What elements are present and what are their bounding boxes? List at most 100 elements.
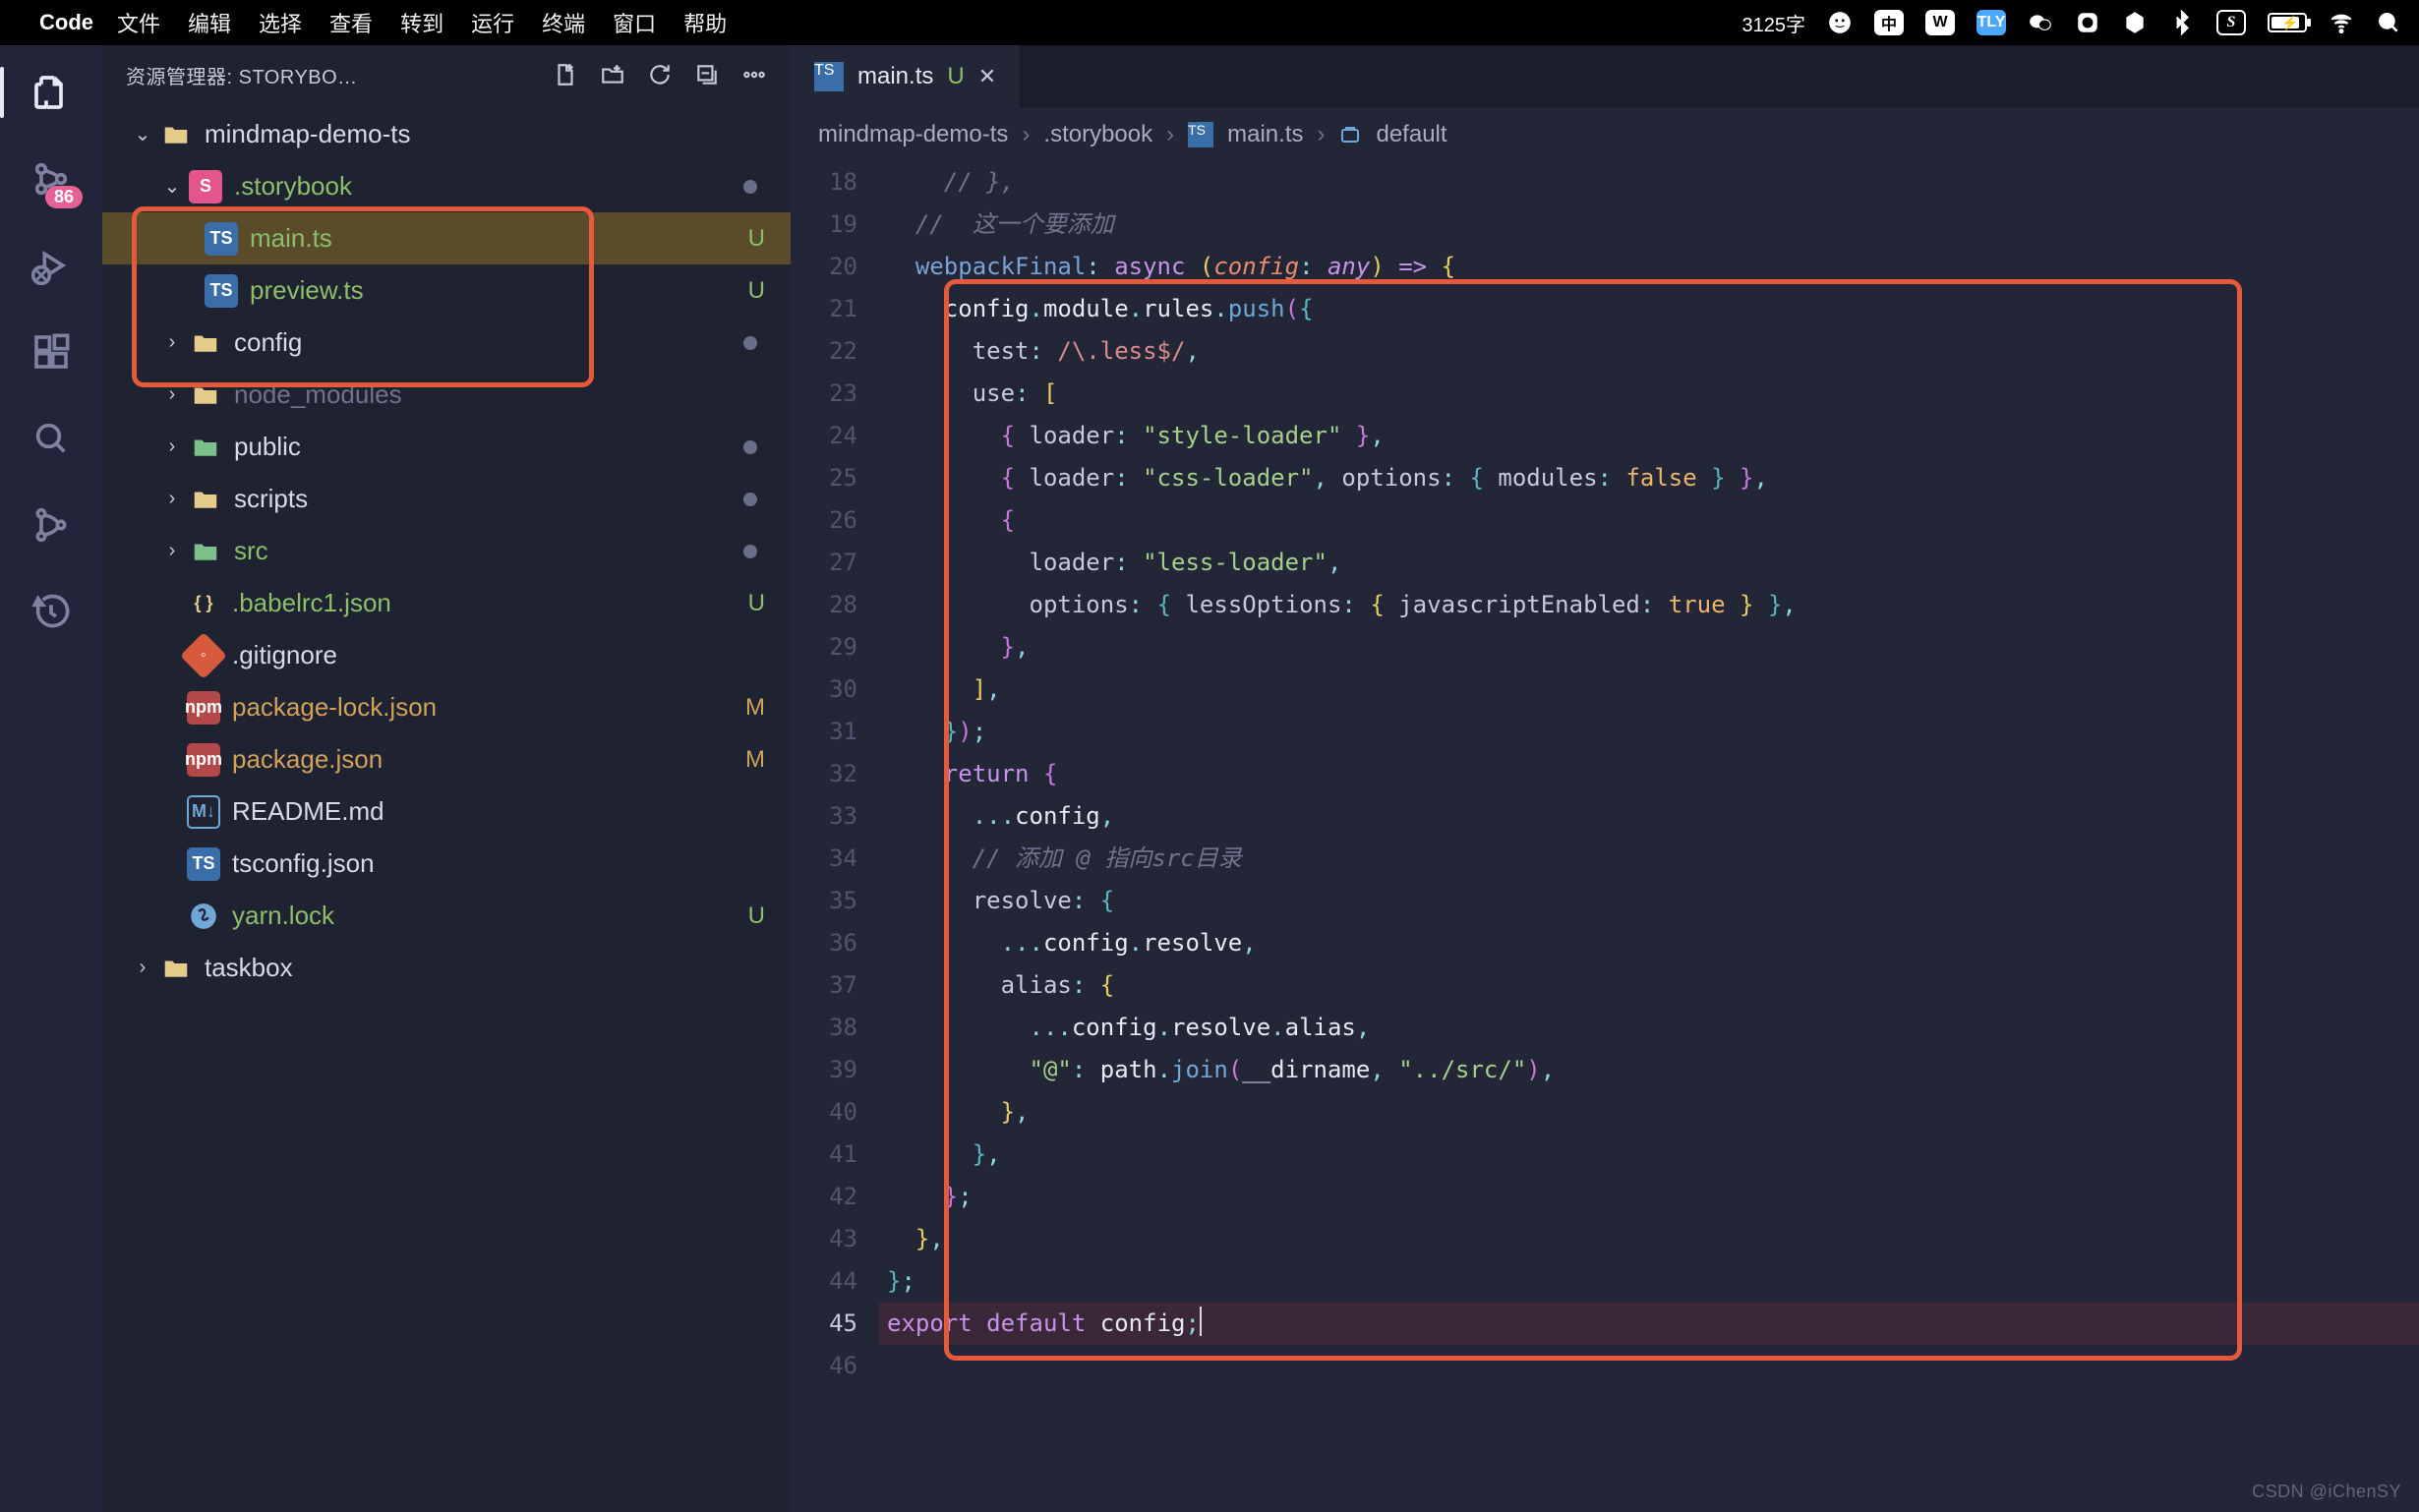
tree-file-preview-ts[interactable]: TS preview.ts U — [102, 264, 791, 317]
tree-label: public — [234, 432, 301, 462]
tree-label: .gitignore — [232, 640, 337, 670]
tree-label: README.md — [232, 796, 384, 827]
tree-folder-node-modules[interactable]: › node_modules — [102, 369, 791, 421]
new-folder-icon[interactable] — [596, 58, 629, 91]
menu-run[interactable]: 运行 — [471, 7, 514, 38]
tree-root[interactable]: ⌄ mindmap-demo-ts — [102, 108, 791, 160]
line-gutter: 1819202122232425262728293031323334353637… — [791, 161, 879, 1512]
folder-icon — [159, 118, 193, 151]
tree-folder-storybook[interactable]: ⌄ S .storybook — [102, 160, 791, 212]
menu-selection[interactable]: 选择 — [259, 7, 302, 38]
tree-folder-public[interactable]: › public — [102, 421, 791, 473]
breadcrumb-part[interactable]: main.ts — [1227, 121, 1303, 148]
code-area[interactable]: 1819202122232425262728293031323334353637… — [791, 161, 2419, 1512]
tree-file-main-ts[interactable]: TS main.ts U — [102, 212, 791, 264]
ts-icon: TS — [814, 62, 844, 91]
npm-icon: npm — [187, 743, 220, 777]
tree-file-gitignore[interactable]: ◦ .gitignore — [102, 629, 791, 681]
smiley-icon[interactable] — [1827, 10, 1853, 35]
code-content[interactable]: // }, // 这一个要添加 webpackFinal: async (con… — [879, 161, 2419, 1512]
activity-extensions[interactable] — [30, 330, 73, 374]
tree-label: tsconfig.json — [232, 848, 375, 879]
w-icon[interactable]: W — [1925, 10, 1955, 35]
git-status: M — [745, 746, 765, 774]
breadcrumb-part[interactable]: .storybook — [1043, 121, 1152, 148]
app-icon-1[interactable] — [2075, 10, 2100, 35]
tree-file-yarn[interactable]: yarn.lock U — [102, 890, 791, 942]
tree-file-readme[interactable]: M↓ README.md — [102, 785, 791, 838]
activity-timeline[interactable] — [30, 590, 73, 633]
menu-help[interactable]: 帮助 — [683, 7, 727, 38]
new-file-icon[interactable] — [549, 58, 582, 91]
tly-icon[interactable]: TLY — [1976, 10, 2006, 35]
folder-icon — [189, 326, 222, 360]
activity-search[interactable] — [30, 417, 73, 460]
tree-label: taskbox — [205, 953, 293, 983]
tree-file-tsconfig[interactable]: TS tsconfig.json — [102, 838, 791, 890]
json-icon: { } — [187, 587, 220, 620]
symbol-icon — [1338, 123, 1362, 146]
activity-explorer[interactable] — [30, 71, 73, 114]
menu-terminal[interactable]: 终端 — [542, 7, 585, 38]
ts-icon: TS — [205, 274, 238, 308]
collapse-icon[interactable] — [690, 58, 724, 91]
editor-tab-main-ts[interactable]: TS main.ts U ✕ — [791, 45, 1021, 108]
menu-window[interactable]: 窗口 — [613, 7, 656, 38]
menu-edit[interactable]: 编辑 — [188, 7, 231, 38]
tree-label: yarn.lock — [232, 901, 334, 931]
activity-debug[interactable] — [30, 244, 73, 287]
explorer-header: 资源管理器: STORYBO… — [102, 45, 791, 104]
wifi-icon[interactable] — [2329, 10, 2354, 35]
menu-go[interactable]: 转到 — [400, 7, 443, 38]
tree-label: package.json — [232, 744, 383, 775]
spotlight-icon[interactable] — [2376, 10, 2401, 35]
folder-icon — [189, 431, 222, 464]
git-status: U — [748, 590, 765, 617]
close-icon[interactable]: ✕ — [978, 64, 996, 89]
tree-label: preview.ts — [250, 275, 364, 306]
tree-file-pkglock[interactable]: npm package-lock.json M — [102, 681, 791, 733]
explorer-sidebar: 资源管理器: STORYBO… ⌄ mindmap-demo-ts ⌄ S .s… — [102, 45, 791, 1512]
scm-badge: 86 — [45, 186, 83, 208]
tree-folder-config[interactable]: › config — [102, 317, 791, 369]
yarn-icon — [187, 900, 220, 933]
s-icon[interactable]: S — [2216, 10, 2246, 35]
tree-label: scripts — [234, 484, 308, 514]
tree-file-babelrc[interactable]: { } .babelrc1.json U — [102, 577, 791, 629]
tab-git-badge: U — [947, 63, 964, 90]
folder-icon — [189, 378, 222, 412]
refresh-icon[interactable] — [643, 58, 677, 91]
menu-view[interactable]: 查看 — [329, 7, 373, 38]
editor: TS main.ts U ✕ mindmap-demo-ts› .storybo… — [791, 45, 2419, 1512]
tree-label: main.ts — [250, 223, 332, 254]
tree-file-pkg[interactable]: npm package.json M — [102, 733, 791, 785]
activity-git-graph[interactable] — [30, 503, 73, 547]
activity-scm[interactable]: 86 — [30, 157, 73, 201]
battery-icon[interactable]: ⚡ — [2268, 13, 2307, 32]
ts-icon: TS — [187, 847, 220, 881]
tab-filename: main.ts — [857, 63, 933, 90]
ime-indicator[interactable]: 中 — [1874, 10, 1904, 35]
menu-file[interactable]: 文件 — [117, 7, 160, 38]
tree-label: node_modules — [234, 379, 402, 410]
explorer-title: 资源管理器: STORYBO… — [126, 61, 358, 89]
breadcrumb[interactable]: mindmap-demo-ts› .storybook› TS main.ts›… — [791, 108, 2419, 161]
bluetooth-icon[interactable] — [2169, 10, 2195, 35]
git-status: U — [748, 902, 765, 930]
tree-label: .babelrc1.json — [232, 588, 391, 618]
folder-icon — [189, 535, 222, 568]
app-name[interactable]: Code — [39, 10, 93, 35]
tree-root-taskbox[interactable]: › taskbox — [102, 942, 791, 994]
file-tree[interactable]: ⌄ mindmap-demo-ts ⌄ S .storybook TS main… — [102, 104, 791, 994]
hexagon-icon[interactable] — [2122, 10, 2148, 35]
tree-folder-scripts[interactable]: › scripts — [102, 473, 791, 525]
breadcrumb-part[interactable]: default — [1376, 121, 1446, 148]
tree-folder-src[interactable]: › src — [102, 525, 791, 577]
md-icon: M↓ — [187, 795, 220, 829]
status-wordcount[interactable]: 3125字 — [1742, 9, 1806, 37]
folder-icon — [189, 483, 222, 516]
breadcrumb-part[interactable]: mindmap-demo-ts — [818, 121, 1008, 148]
more-icon[interactable] — [738, 58, 771, 91]
wechat-icon[interactable] — [2028, 10, 2053, 35]
ts-icon: TS — [205, 222, 238, 256]
